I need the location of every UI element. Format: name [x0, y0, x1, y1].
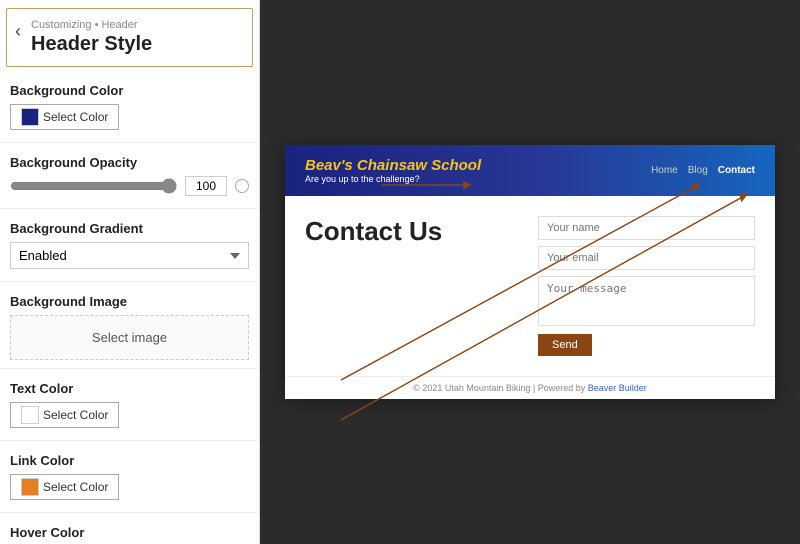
link-color-label: Link Color	[0, 445, 259, 472]
background-color-label: Background Color	[0, 75, 259, 102]
preview-footer: © 2021 Utah Mountain Biking | Powered by…	[285, 376, 775, 399]
opacity-slider[interactable]	[10, 178, 177, 194]
text-color-btn-label: Select Color	[43, 408, 108, 422]
back-button[interactable]: ‹	[11, 21, 25, 42]
background-color-swatch	[21, 108, 39, 126]
opacity-circle-icon	[235, 179, 249, 193]
preview-contact-section: Contact Us Send	[285, 196, 775, 376]
link-color-button[interactable]: Select Color	[10, 474, 119, 500]
background-color-btn-label: Select Color	[43, 110, 108, 124]
background-color-button[interactable]: Select Color	[10, 104, 119, 130]
background-image-label: Background Image	[0, 286, 259, 313]
text-color-label: Text Color	[0, 373, 259, 400]
page-title: Header Style	[31, 33, 152, 55]
preview-contact-title: Contact Us	[305, 216, 522, 356]
nav-contact[interactable]: Contact	[718, 165, 755, 176]
select-image-button[interactable]: Select image	[10, 315, 249, 360]
background-opacity-label: Background Opacity	[0, 147, 259, 174]
preview-browser: Beav's Chainsaw School Are you up to the…	[285, 145, 775, 399]
background-color-row: Select Color	[0, 102, 259, 138]
send-button[interactable]: Send	[538, 334, 592, 356]
preview-contact-form: Send	[538, 216, 755, 356]
footer-link[interactable]: Beaver Builder	[588, 383, 647, 393]
form-name-input[interactable]	[538, 216, 755, 240]
panel-header: ‹ Customizing • Header Header Style	[6, 8, 253, 67]
opacity-input[interactable]: 100	[185, 176, 227, 196]
breadcrumb: Customizing • Header	[31, 19, 152, 31]
text-color-swatch	[21, 406, 39, 424]
nav-home[interactable]: Home	[651, 165, 678, 176]
settings-panel: ‹ Customizing • Header Header Style Back…	[0, 0, 260, 544]
background-gradient-label: Background Gradient	[0, 213, 259, 240]
preview-logo-area: Beav's Chainsaw School Are you up to the…	[305, 157, 481, 184]
select-image-label: Select image	[92, 330, 167, 345]
preview-site-name: Beav's Chainsaw School	[305, 157, 481, 174]
preview-site-tagline: Are you up to the challenge?	[305, 174, 481, 184]
text-color-row: Select Color	[0, 400, 259, 436]
preview-area: Beav's Chainsaw School Are you up to the…	[260, 0, 800, 544]
preview-site-header: Beav's Chainsaw School Are you up to the…	[285, 145, 775, 196]
gradient-select[interactable]: Enabled Disabled	[10, 242, 249, 269]
form-email-input[interactable]	[538, 246, 755, 270]
link-color-swatch	[21, 478, 39, 496]
link-color-row: Select Color	[0, 472, 259, 508]
link-color-btn-label: Select Color	[43, 480, 108, 494]
text-color-button[interactable]: Select Color	[10, 402, 119, 428]
footer-text: © 2021 Utah Mountain Biking | Powered by	[413, 383, 588, 393]
hover-color-label: Hover Color	[0, 517, 259, 544]
nav-blog[interactable]: Blog	[688, 165, 708, 176]
form-message-input[interactable]	[538, 276, 755, 326]
preview-nav: Home Blog Contact	[651, 165, 755, 176]
background-opacity-row: 100	[0, 174, 259, 204]
